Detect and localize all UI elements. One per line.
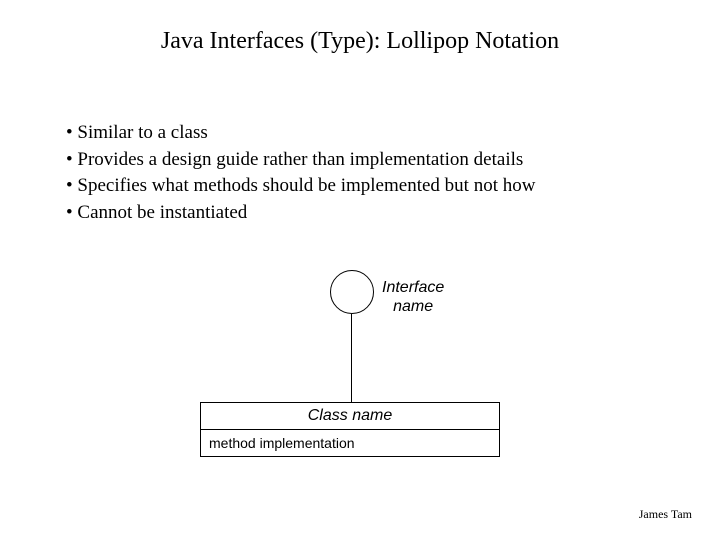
class-box: Class name method implementation xyxy=(200,402,500,457)
bullet-item: Cannot be instantiated xyxy=(66,200,535,227)
bullet-item: Specifies what methods should be impleme… xyxy=(66,173,535,200)
interface-label-line1: Interface xyxy=(382,278,444,297)
lollipop-circle-icon xyxy=(330,270,374,314)
method-row: method implementation xyxy=(201,430,499,456)
slide-title: Java Interfaces (Type): Lollipop Notatio… xyxy=(0,0,720,55)
bullet-list: Similar to a class Provides a design gui… xyxy=(66,120,535,226)
bullet-item: Similar to a class xyxy=(66,120,535,147)
interface-label: Interface name xyxy=(382,278,444,316)
bullet-item: Provides a design guide rather than impl… xyxy=(66,147,535,174)
lollipop-diagram: Interface name Class name method impleme… xyxy=(200,270,520,480)
class-name-row: Class name xyxy=(201,403,499,430)
interface-label-line2: name xyxy=(382,297,444,316)
lollipop-stem-icon xyxy=(351,314,352,402)
footer-author: James Tam xyxy=(639,507,692,522)
